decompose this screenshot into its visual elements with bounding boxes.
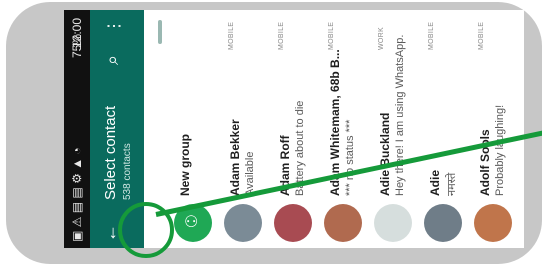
contact-item[interactable]: Adam Whitemam, 68b B... *** no status ***…: [318, 10, 368, 248]
contact-name: New group: [178, 134, 192, 196]
status-clock: 12:00: [70, 17, 84, 48]
phone-type-label: MOBILE: [428, 21, 435, 50]
phone-type-label: MOBILE: [228, 21, 235, 50]
contact-count: 538 contacts: [122, 143, 133, 200]
contact-status: नमस्ते: [446, 172, 458, 196]
phone-type-label: MOBILE: [278, 21, 285, 50]
contact-status: *** no status ***: [344, 119, 356, 196]
contact-name: Adie: [428, 169, 442, 196]
contact-status: Probably laughing!: [494, 104, 506, 196]
contact-avatar: [424, 204, 462, 242]
contact-item[interactable]: Adam Roff Battery about to die MOBILE: [268, 10, 318, 248]
contact-name: Adie Buckland: [378, 112, 392, 196]
menu-icon[interactable]: ⋮: [104, 18, 124, 34]
contact-item[interactable]: Adie नमस्ते MOBILE: [418, 10, 468, 248]
contact-item[interactable]: Adolf Sools Probably laughing! MOBILE: [468, 10, 518, 248]
people-add-icon: ⚇: [184, 214, 199, 231]
phone-type-label: WORK: [378, 27, 385, 50]
contact-status: Available: [244, 151, 256, 196]
contact-avatar: [224, 204, 262, 242]
contact-avatar: [274, 204, 312, 242]
contact-name: Adam Bekker: [228, 119, 242, 196]
phone-type-label: MOBILE: [478, 21, 485, 50]
search-icon[interactable]: ⌕: [102, 55, 123, 65]
contact-avatar: [474, 204, 512, 242]
contact-item[interactable]: Adam Bekker Available MOBILE: [218, 10, 268, 248]
status-icons: ▣ ⚠ ▤ ▤ ⚙ ▲ ◔: [70, 147, 84, 242]
phone-type-label: MOBILE: [328, 21, 335, 50]
page-title: Select contact: [102, 105, 119, 200]
contact-item[interactable]: [518, 10, 524, 248]
screenshot-frame: ▣ ⚠ ▤ ▤ ⚙ ▲ ◔ 75% 12:00 ← Select contact…: [6, 2, 542, 264]
scroll-indicator[interactable]: [158, 20, 162, 44]
contact-avatar: [374, 204, 412, 242]
contact-item[interactable]: Adie Buckland Hey there! I am using Whats…: [368, 10, 418, 248]
contact-status: Hey there! I am using WhatsApp.: [394, 34, 406, 196]
contact-avatar: [324, 204, 362, 242]
contact-name: Adolf Sools: [478, 129, 492, 196]
status-bar: ▣ ⚠ ▤ ▤ ⚙ ▲ ◔ 75% 12:00: [64, 10, 90, 248]
